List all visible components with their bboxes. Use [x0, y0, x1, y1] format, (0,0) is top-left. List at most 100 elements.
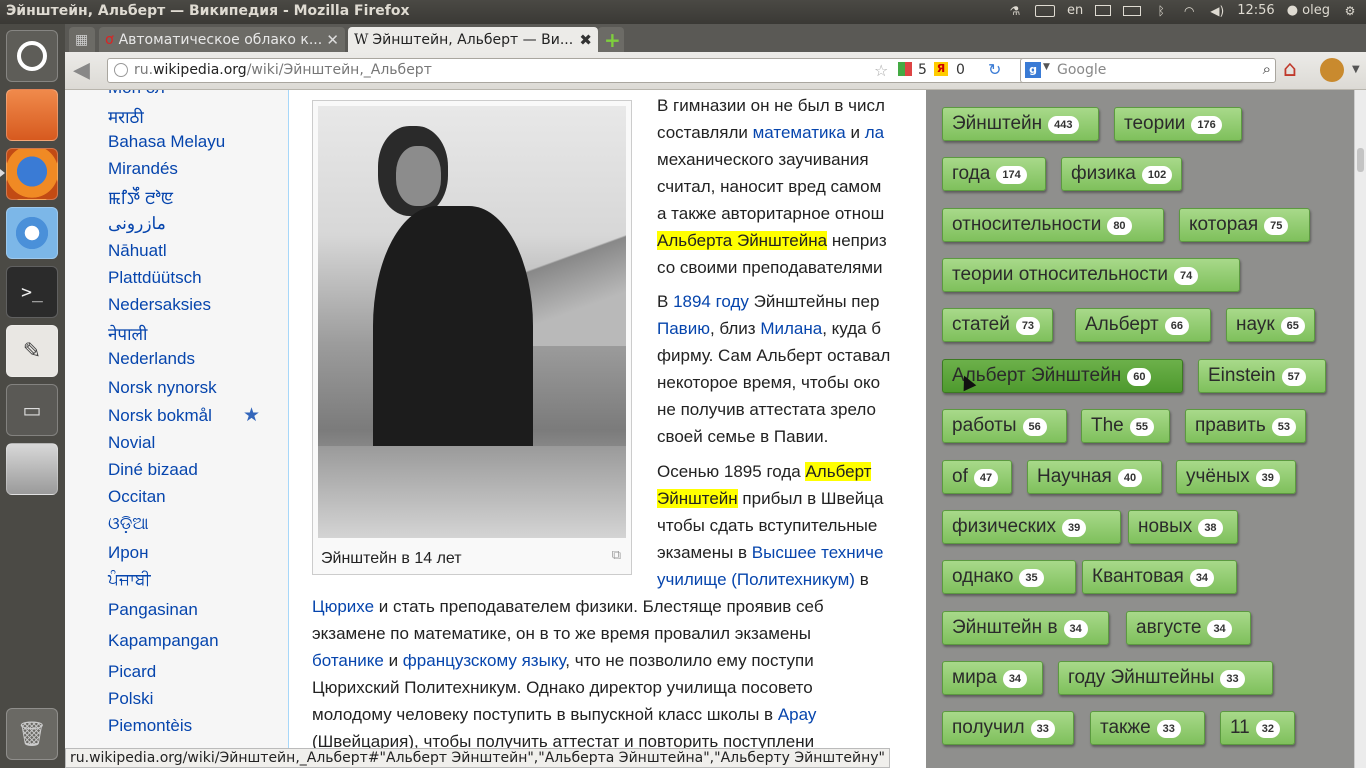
text-editor-icon[interactable]: ✎: [6, 325, 58, 377]
tab-overview-button[interactable]: ▦: [69, 27, 95, 52]
sidebar-item-language[interactable]: Diné bizaad: [108, 460, 198, 480]
sidebar-item-language[interactable]: Pangasinan: [108, 600, 198, 620]
link-pavia[interactable]: Павию: [657, 319, 710, 338]
sidebar-item-language[interactable]: Occitan: [108, 487, 166, 507]
link-aarau[interactable]: Арау: [778, 705, 817, 724]
bluetooth-icon[interactable]: ᛒ: [1153, 4, 1169, 18]
tag-cloud-item[interactable]: править 53: [1185, 409, 1306, 443]
yandex-icon[interactable]: Я: [934, 62, 948, 76]
keyboard-layout[interactable]: en: [1067, 3, 1083, 18]
sidebar-item-language[interactable]: मराठी: [108, 105, 144, 128]
scrollbar-thumb[interactable]: [1357, 148, 1364, 172]
search-bar[interactable]: g ▼ Google ⌕: [1020, 58, 1276, 83]
sidebar-item-language[interactable]: مازرونی: [108, 214, 166, 234]
tag-cloud-item[interactable]: году Эйнштейны 33: [1058, 661, 1273, 695]
firefox-icon[interactable]: [6, 148, 58, 200]
chromium-icon[interactable]: [6, 207, 58, 259]
disk-icon[interactable]: [6, 443, 58, 495]
sidebar-item-language[interactable]: Mirandés: [108, 159, 178, 179]
power-icon[interactable]: ⚙: [1342, 4, 1358, 18]
sidebar-item-language[interactable]: नेपाली: [108, 322, 147, 345]
link-french[interactable]: французскому языку: [403, 651, 565, 670]
keyboard-icon[interactable]: [1034, 4, 1055, 17]
tag-cloud-item[interactable]: также 33: [1090, 711, 1205, 745]
sidebar-item-language[interactable]: Mori ол: [108, 90, 165, 98]
tag-cloud-item[interactable]: физика 102: [1061, 157, 1183, 191]
tag-cloud-item[interactable]: The 55: [1081, 409, 1170, 443]
google-icon[interactable]: g: [1025, 62, 1041, 78]
sidebar-item-language[interactable]: Piemontèis: [108, 716, 192, 736]
bookmark-star-icon[interactable]: ☆: [874, 61, 888, 80]
addon-icon[interactable]: [898, 62, 912, 76]
sidebar-item-language[interactable]: ଓଡ଼ିଆ: [108, 514, 149, 534]
sidebar-item-language[interactable]: Bahasa Melayu: [108, 132, 225, 152]
tag-cloud-item[interactable]: Научная 40: [1027, 460, 1162, 494]
tag-cloud-item[interactable]: мира 34: [942, 661, 1043, 695]
tag-cloud-item[interactable]: Квантовая 34: [1082, 560, 1237, 594]
sidebar-item-language[interactable]: Nedersaksies: [108, 295, 211, 315]
tag-cloud-item[interactable]: относительности 80: [942, 208, 1164, 242]
sidebar-item-language[interactable]: Norsk bokmål: [108, 406, 212, 426]
close-tab-icon[interactable]: ✕: [326, 31, 339, 49]
tag-cloud-item[interactable]: получил 33: [942, 711, 1074, 745]
enlarge-icon[interactable]: ⧉: [612, 541, 621, 568]
tab-wikipedia[interactable]: W Эйнштейн, Альберт — Ви... ✖: [348, 27, 598, 52]
tab-tag-cloud[interactable]: ơ Автоматическое облако к... ✕: [99, 27, 345, 52]
tag-cloud-item[interactable]: Эйнштейн 443: [942, 107, 1099, 141]
tag-cloud-item[interactable]: работы 56: [942, 409, 1067, 443]
link-botany[interactable]: ботанике: [312, 651, 384, 670]
sidebar-item-language[interactable]: Picard: [108, 662, 156, 682]
link-polytechnic[interactable]: училище (Политехникум): [657, 570, 855, 589]
tag-cloud-item[interactable]: наук 65: [1226, 308, 1315, 342]
tag-cloud-item[interactable]: 11 32: [1220, 711, 1295, 745]
sidebar-item-language[interactable]: Norsk nynorsk: [108, 378, 217, 398]
tag-cloud-item[interactable]: of 47: [942, 460, 1012, 494]
link-1894[interactable]: 1894 году: [673, 292, 749, 311]
link-polytechnic[interactable]: Высшее техниче: [752, 543, 884, 562]
battery-icon[interactable]: [1123, 5, 1142, 16]
scrollbar[interactable]: [1354, 90, 1366, 768]
sidebar-item-language[interactable]: ꯃꯤꯇꯩ ꯂꯣꯟ: [108, 187, 174, 210]
link-zurich[interactable]: Цюрихе: [312, 597, 374, 616]
mail-icon[interactable]: [1095, 5, 1112, 16]
sidebar-item-language[interactable]: Novial: [108, 433, 155, 453]
sidebar-item-language[interactable]: Ирон: [108, 543, 149, 563]
workspaces-icon[interactable]: ▭: [6, 384, 58, 436]
back-button[interactable]: ◀: [73, 58, 99, 84]
tag-cloud-item[interactable]: Эйнштейн в 34: [942, 611, 1109, 645]
tag-cloud-item[interactable]: которая 75: [1179, 208, 1310, 242]
tag-cloud-item[interactable]: теории относительности 74: [942, 258, 1240, 292]
home-icon[interactable]: ⌂: [1283, 57, 1297, 82]
addon-monkey-icon[interactable]: [1320, 58, 1344, 82]
ubuntu-icon[interactable]: [6, 30, 58, 82]
site-identity-icon[interactable]: [114, 63, 128, 77]
tag-cloud-item[interactable]: теории 176: [1114, 107, 1242, 141]
user-menu[interactable]: ● oleg: [1287, 3, 1330, 18]
terminal-icon[interactable]: >_: [6, 266, 58, 318]
tag-cloud-item[interactable]: однако 35: [942, 560, 1076, 594]
sidebar-item-language[interactable]: Nāhuatl: [108, 241, 167, 261]
menu-chevron-icon[interactable]: ▼: [1352, 64, 1360, 75]
tag-cloud-item[interactable]: Альберт 66: [1075, 308, 1211, 342]
search-icon[interactable]: ⌕: [1263, 60, 1271, 78]
wifi-icon[interactable]: ◠: [1181, 4, 1197, 18]
tag-cloud-item[interactable]: августе 34: [1126, 611, 1251, 645]
volume-icon[interactable]: ◀): [1209, 4, 1225, 18]
indicator-icon[interactable]: ⚗: [1007, 4, 1023, 18]
sidebar-item-language[interactable]: ਪੰਜਾਬੀ: [108, 570, 151, 590]
chevron-down-icon[interactable]: ▼: [1043, 62, 1050, 72]
link-mathematics[interactable]: математика: [753, 123, 846, 142]
tag-cloud-item[interactable]: новых 38: [1128, 510, 1238, 544]
tag-cloud-item[interactable]: Einstein 57: [1198, 359, 1326, 393]
tag-cloud-item[interactable]: физических 39: [942, 510, 1121, 544]
sidebar-item-language[interactable]: Polski: [108, 689, 153, 709]
sidebar-item-language[interactable]: Kapampangan: [108, 631, 219, 651]
url-bar[interactable]: ru.wikipedia.org/wiki/Эйнштейн,_Альберт …: [107, 58, 1075, 83]
close-tab-icon[interactable]: ✖: [579, 31, 592, 49]
tag-cloud-item[interactable]: года 174: [942, 157, 1046, 191]
link-milan[interactable]: Милана: [760, 319, 822, 338]
clock[interactable]: 12:56: [1237, 3, 1274, 18]
new-tab-button[interactable]: +: [598, 27, 624, 52]
link-latin[interactable]: ла: [865, 123, 884, 142]
tag-cloud-item[interactable]: статей 73: [942, 308, 1053, 342]
